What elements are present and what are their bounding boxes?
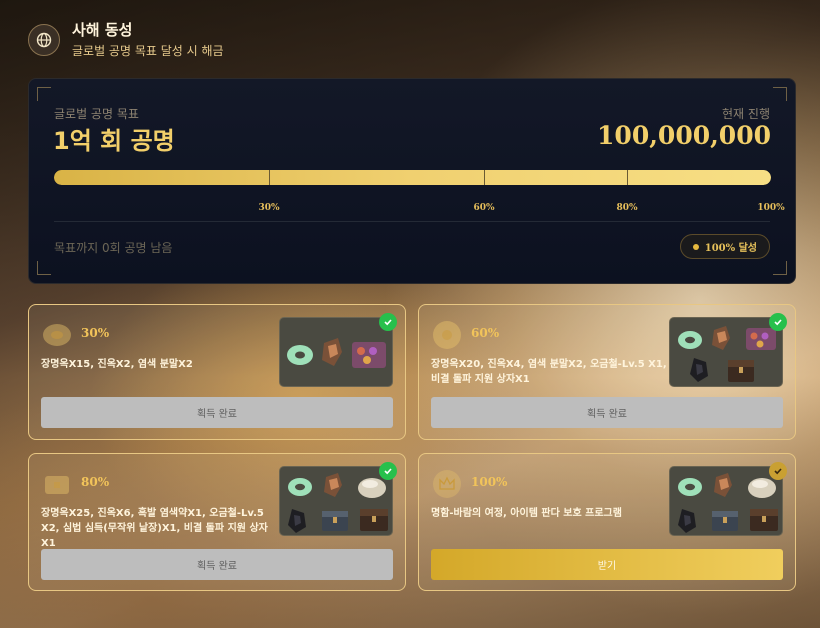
event-header: 사해 동성 글로벌 공명 목표 달성 시 해금	[28, 20, 224, 60]
chest-icon	[728, 360, 754, 382]
jade-ring-icon	[678, 478, 702, 496]
milestone-label: 100%	[757, 203, 785, 213]
reward-card-60: 60% 장명옥X20, 진옥X4, 염색 분말X2, 오금철-Lv.5 X1, …	[418, 304, 796, 440]
ore-icon	[712, 326, 730, 350]
reward-card-30: 30% 장명옥X15, 진옥X2, 염색 분말X2 획득 완료	[28, 304, 406, 440]
corner-decoration	[37, 261, 51, 275]
chest-icon	[322, 511, 348, 531]
milestone-label: 60%	[473, 203, 495, 213]
progress-value: 100,000,000	[597, 121, 771, 150]
reward-preview	[669, 462, 787, 536]
completed-check-icon	[379, 462, 397, 480]
reward-description: 장명옥X25, 진옥X6, 흑발 염색약X1, 오금철-Lv.5 X2, 심법 …	[41, 508, 268, 549]
reward-preview	[669, 313, 787, 387]
milestone-percent: 60%	[471, 326, 500, 340]
claim-button[interactable]: 받기	[431, 549, 783, 580]
jade-emblem-icon	[41, 319, 73, 351]
ore-icon	[322, 338, 342, 366]
milestone-percent: 80%	[81, 475, 110, 489]
dye-box-icon	[352, 342, 386, 368]
goal-title: 1억 회 공명	[53, 127, 175, 155]
goal-label: 글로벌 공명 목표	[54, 107, 139, 121]
corner-decoration	[773, 261, 787, 275]
reward-preview	[279, 462, 397, 536]
jade-ring-icon	[287, 345, 313, 365]
crown-icon	[431, 468, 463, 500]
chest-icon	[360, 509, 388, 531]
divider	[54, 221, 770, 222]
black-stone-icon	[288, 509, 306, 533]
completed-check-icon	[769, 313, 787, 331]
corner-decoration	[773, 87, 787, 101]
progress-bar-fill	[54, 170, 771, 185]
remaining-text: 목표까지 0회 공명 남음	[54, 241, 173, 255]
milestone-tick	[627, 170, 628, 185]
pouch-icon	[748, 478, 776, 498]
reward-card-100: 100% 명함-바람의 여정, 아이템 판다 보호 프로그램 받기	[418, 453, 796, 591]
progress-bar	[54, 170, 771, 185]
jade-ring-icon	[288, 478, 312, 496]
reward-description: 장명옥X15, 진옥X2, 염색 분말X2	[41, 359, 193, 370]
claimable-check-icon	[769, 462, 787, 480]
black-stone-icon	[678, 509, 696, 533]
claimed-button[interactable]: 획득 완료	[431, 397, 783, 428]
global-goal-panel: 글로벌 공명 목표 1억 회 공명 현재 진행 100,000,000 30% …	[28, 78, 796, 284]
reward-preview	[279, 313, 397, 387]
corner-decoration	[37, 87, 51, 101]
milestone-label: 30%	[258, 203, 280, 213]
status-dot-icon	[692, 243, 699, 250]
black-stone-icon	[690, 358, 708, 382]
page-subtitle: 글로벌 공명 목표 달성 시 해금	[72, 44, 224, 58]
jade-emblem-icon	[431, 319, 463, 351]
milestone-tick	[269, 170, 270, 185]
dye-box-icon	[746, 328, 776, 350]
pouch-icon	[358, 478, 386, 498]
claimed-button[interactable]: 획득 완료	[41, 549, 393, 580]
achievement-badge-label: 100% 달성	[704, 243, 757, 254]
chest-icon	[750, 509, 778, 531]
claimed-button[interactable]: 획득 완료	[41, 397, 393, 428]
achievement-badge: 100% 달성	[679, 234, 770, 259]
milestone-label: 80%	[616, 203, 638, 213]
completed-check-icon	[379, 313, 397, 331]
ore-icon	[714, 473, 732, 497]
reward-description: 장명옥X20, 진옥X4, 염색 분말X2, 오금철-Lv.5 X1, 비결 돌…	[431, 359, 667, 385]
milestone-percent: 30%	[81, 326, 110, 340]
reward-card-80: 80% 장명옥X25, 진옥X6, 흑발 염색약X1, 오금철-Lv.5 X2,…	[28, 453, 406, 591]
chest-icon	[712, 511, 738, 531]
globe-icon	[28, 24, 60, 56]
ore-icon	[324, 473, 342, 497]
chest-emblem-icon	[41, 468, 73, 500]
progress-label: 현재 진행	[722, 107, 770, 121]
milestone-percent: 100%	[471, 475, 508, 489]
milestone-tick	[484, 170, 485, 185]
reward-description: 명함-바람의 여정, 아이템 판다 보호 프로그램	[431, 508, 622, 519]
page-title: 사해 동성	[72, 21, 133, 39]
jade-ring-icon	[678, 331, 702, 349]
